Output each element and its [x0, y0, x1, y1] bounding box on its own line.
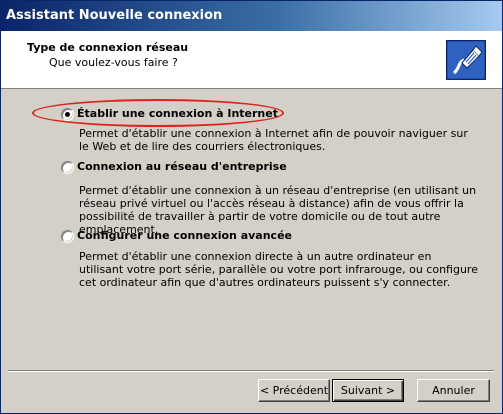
back-button[interactable]: < Précédent	[258, 379, 330, 402]
cancel-button[interactable]: Annuler	[417, 379, 490, 402]
header-title: Type de connexion réseau	[27, 41, 189, 54]
radio-advanced-connection[interactable]	[61, 230, 74, 243]
option-corporate-network-label[interactable]: Connexion au réseau d'entreprise	[77, 160, 287, 173]
red-annotation-ellipse	[32, 99, 284, 127]
option-internet-description: Permet d'établir une connexion à Interne…	[79, 127, 468, 153]
wizard-header: Type de connexion réseau Que voulez-vous…	[1, 31, 502, 89]
wizard-window: Assistant Nouvelle connexion Type de con…	[0, 0, 503, 414]
window-title: Assistant Nouvelle connexion	[6, 8, 223, 23]
option-advanced-connection-description: Permet d'établir une connexion directe à…	[79, 250, 478, 289]
network-cable-plug-icon	[446, 40, 486, 80]
next-button[interactable]: Suivant >	[332, 379, 404, 402]
button-separator	[8, 370, 494, 372]
title-bar[interactable]: Assistant Nouvelle connexion	[1, 1, 502, 31]
header-subtitle: Que voulez-vous faire ?	[49, 56, 178, 69]
radio-corporate-network[interactable]	[61, 161, 74, 174]
option-advanced-connection-label[interactable]: Configurer une connexion avancée	[77, 229, 292, 242]
